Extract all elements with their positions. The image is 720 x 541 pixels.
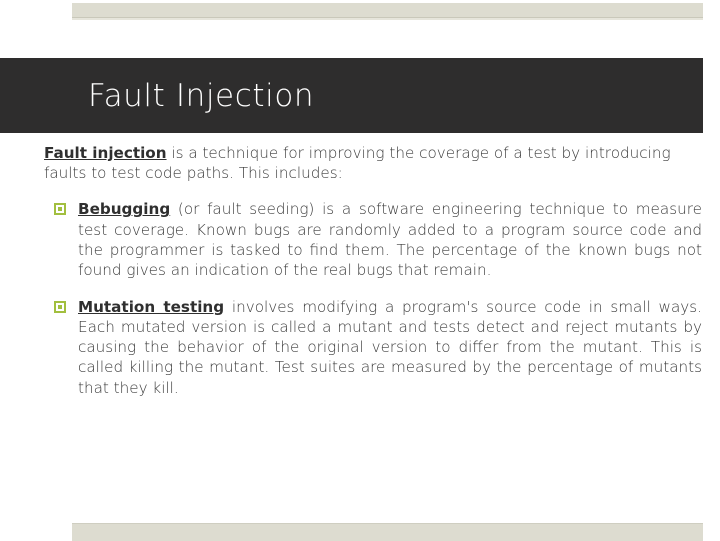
top-decorative-bar <box>72 3 703 18</box>
slide: Fault Injection Fault injection is a tec… <box>0 0 720 541</box>
bottom-decorative-bar <box>72 523 703 541</box>
bullet-body-text: (or fault seeding) is a software enginee… <box>78 200 702 280</box>
bullet-list: Bebugging (or fault seeding) is a softwa… <box>0 199 720 398</box>
intro-paragraph: Fault injection is a technique for impro… <box>44 143 704 183</box>
list-item: Mutation testing involves modifying a pr… <box>54 297 702 398</box>
page-title: Fault Injection <box>88 77 315 114</box>
list-item: Bebugging (or fault seeding) is a softwa… <box>54 199 702 280</box>
slide-body: Fault injection is a technique for impro… <box>0 143 720 398</box>
intro-lead-term: Fault injection <box>44 144 167 162</box>
square-bullet-icon <box>54 300 66 313</box>
title-banner: Fault Injection <box>0 58 703 133</box>
bullet-lead-term: Bebugging <box>78 200 171 219</box>
bullet-lead-term: Mutation testing <box>78 297 225 316</box>
square-bullet-icon <box>54 203 66 216</box>
